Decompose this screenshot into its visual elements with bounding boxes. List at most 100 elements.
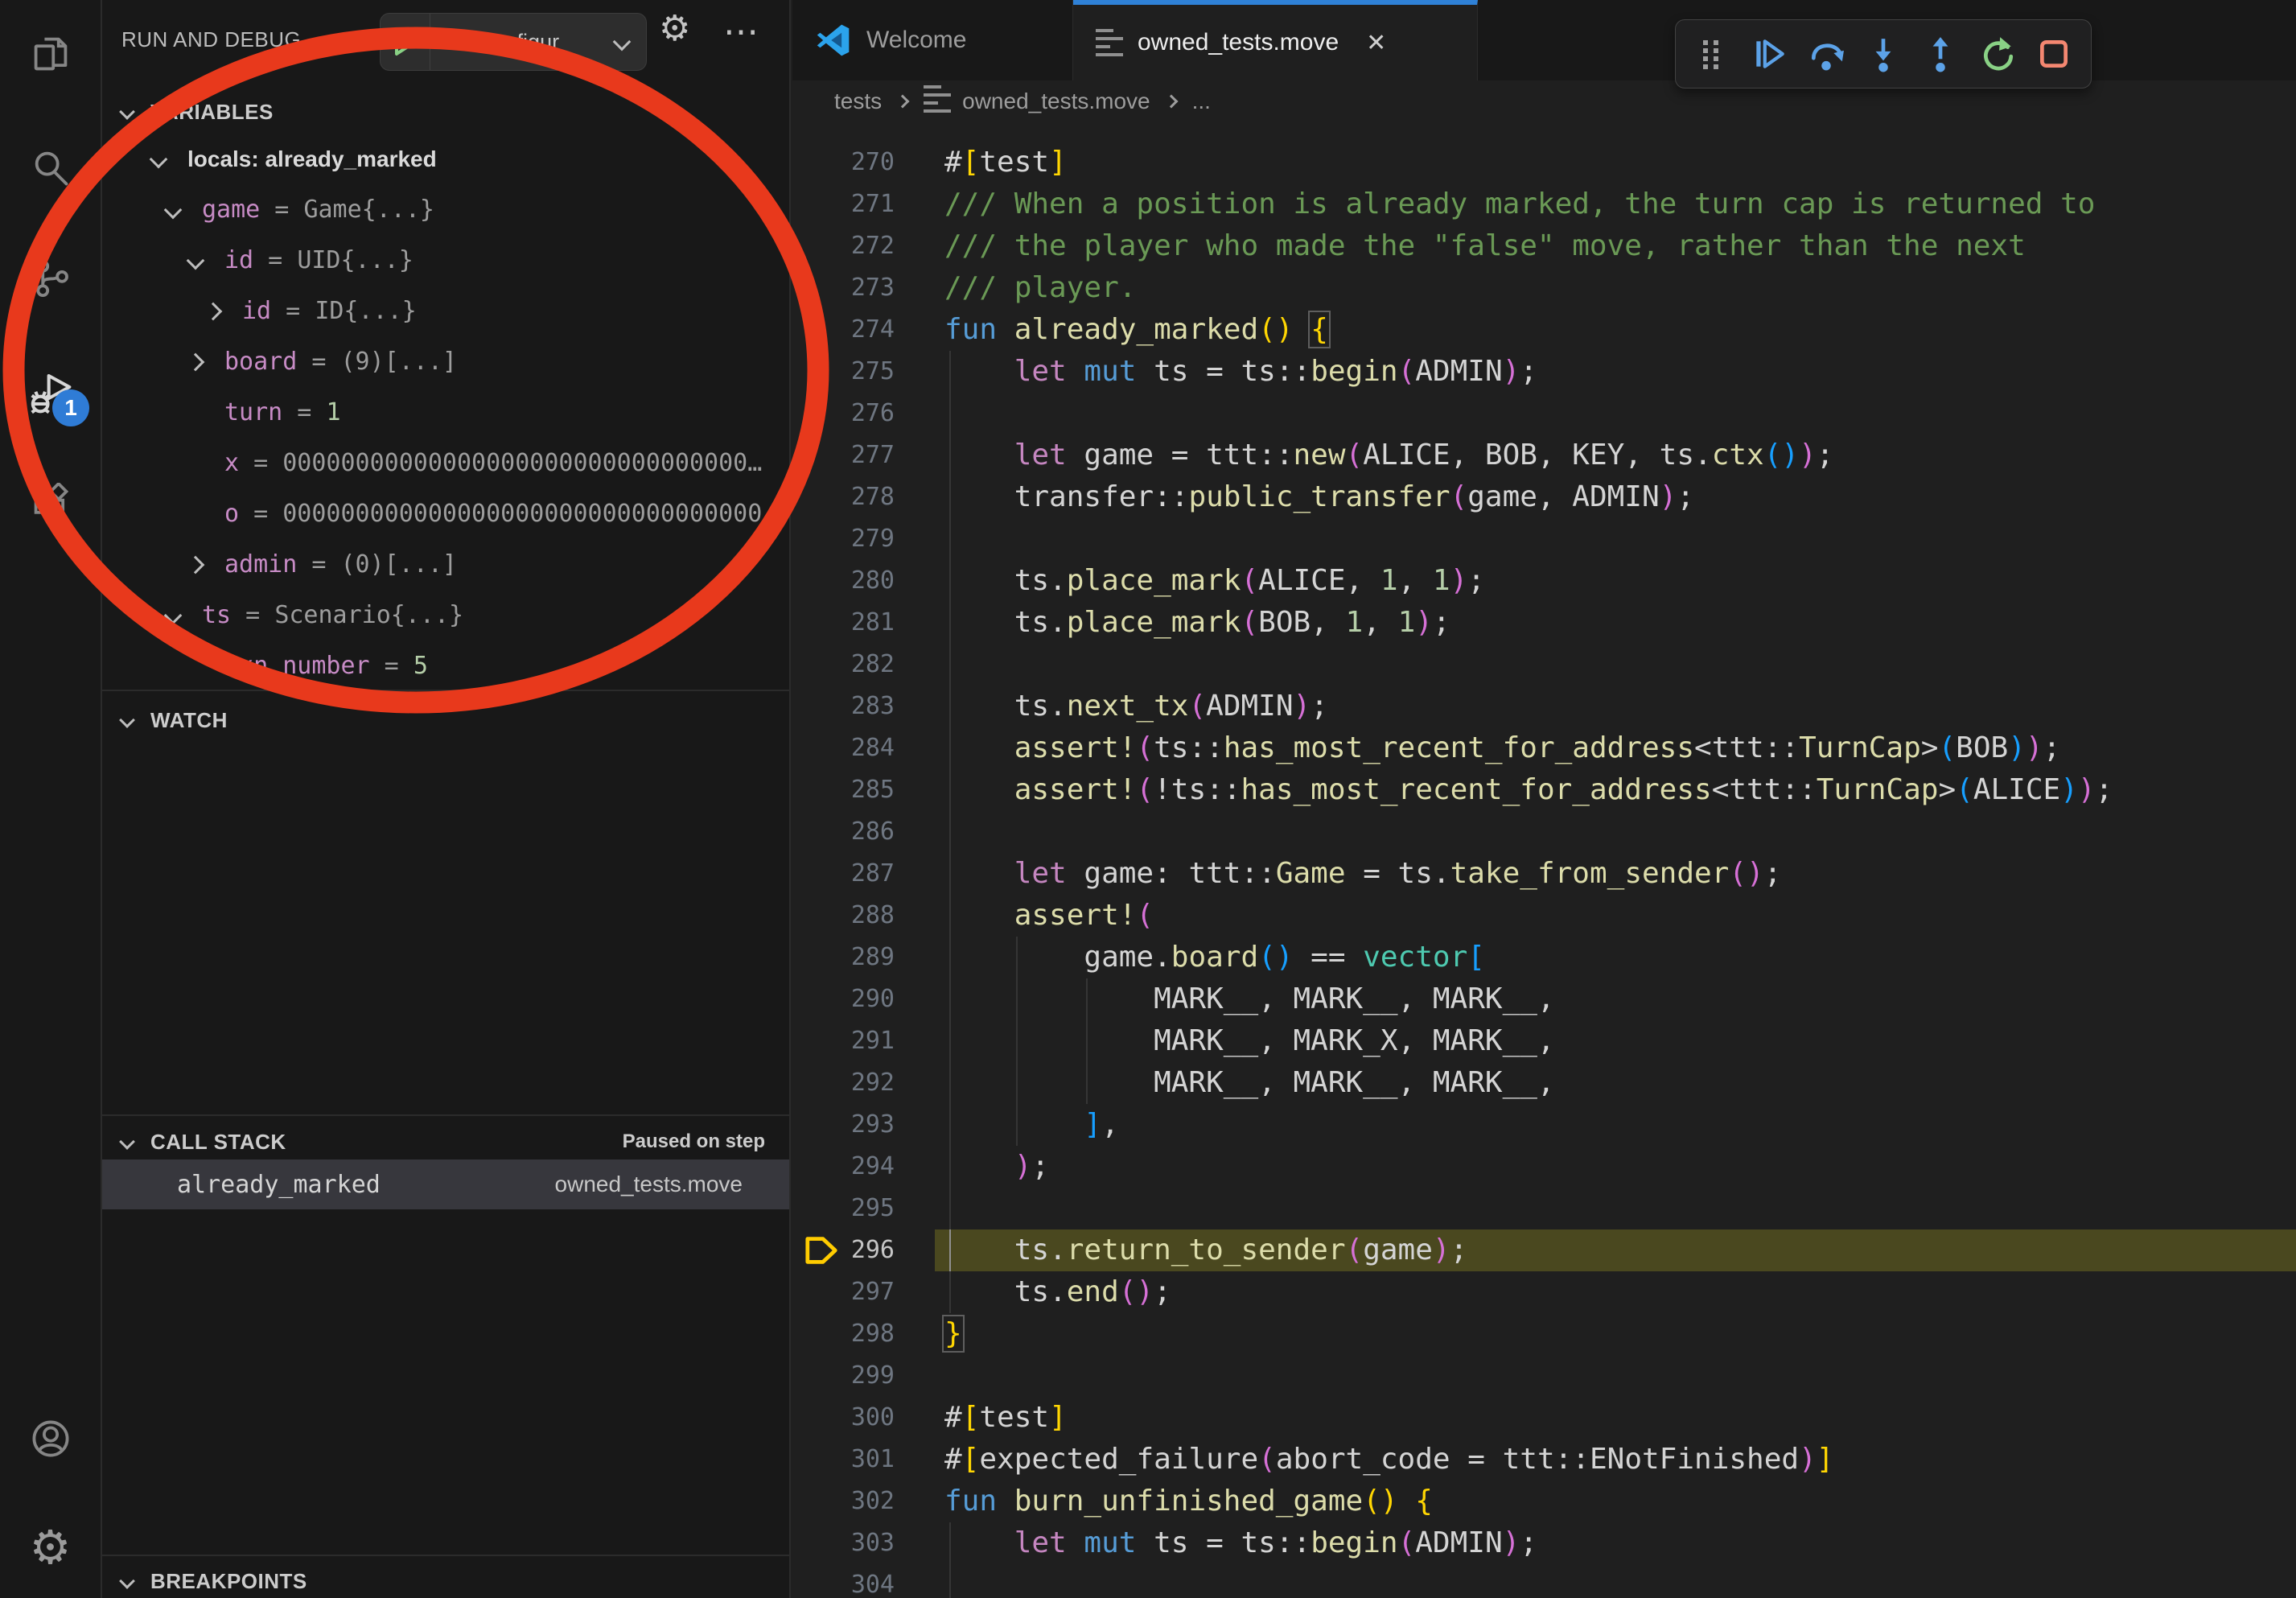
activity-debug-icon[interactable]: 1 — [0, 354, 101, 431]
code-line[interactable]: 274fun already_marked() { — [792, 309, 2296, 351]
line-number[interactable]: 304 — [792, 1564, 895, 1598]
variable-row[interactable]: game = Game{...} — [102, 184, 789, 235]
line-number[interactable]: 290 — [792, 978, 895, 1020]
step-into-button[interactable] — [1861, 31, 1906, 76]
line-number[interactable]: 278 — [792, 476, 895, 518]
code-line[interactable]: 287 let game: ttt::Game = ts.take_from_s… — [792, 853, 2296, 895]
line-number[interactable]: 282 — [792, 644, 895, 686]
line-number[interactable]: 276 — [792, 393, 895, 435]
code-line[interactable]: 276 — [792, 393, 2296, 435]
chevron-down-icon[interactable] — [150, 150, 168, 168]
stop-button[interactable] — [2031, 31, 2076, 76]
line-number[interactable]: 284 — [792, 727, 895, 769]
code-line[interactable]: 273/// player. — [792, 267, 2296, 309]
chevron-right-icon[interactable] — [187, 555, 205, 574]
call-stack-frame-row[interactable]: already_marked owned_tests.move — [102, 1159, 789, 1209]
chevron-right-icon[interactable] — [187, 352, 205, 371]
activity-search-icon[interactable] — [0, 130, 101, 207]
code-line[interactable]: 281 ts.place_mark(BOB, 1, 1); — [792, 602, 2296, 644]
line-number[interactable]: 272 — [792, 225, 895, 267]
variables-scope-row[interactable]: locals: already_marked — [102, 134, 789, 184]
line-number[interactable]: 296 — [792, 1229, 895, 1271]
step-over-button[interactable] — [1804, 31, 1849, 76]
activity-settings-gear-icon[interactable]: ⚙ — [0, 1509, 101, 1587]
code-line[interactable]: 302fun burn_unfinished_game() { — [792, 1481, 2296, 1522]
line-number[interactable]: 301 — [792, 1439, 895, 1481]
code-line-current[interactable]: 296 ts.return_to_sender(game); — [792, 1229, 2296, 1271]
code-line[interactable]: 288 assert!( — [792, 895, 2296, 937]
code-line[interactable]: 272/// the player who made the "false" m… — [792, 225, 2296, 267]
line-number[interactable]: 279 — [792, 518, 895, 560]
line-number[interactable]: 277 — [792, 435, 895, 476]
variable-row[interactable]: id = UID{...} — [102, 235, 789, 286]
code-line[interactable]: 295 — [792, 1188, 2296, 1229]
line-number[interactable]: 288 — [792, 895, 895, 937]
line-number[interactable]: 281 — [792, 602, 895, 644]
code-line[interactable]: 280 ts.place_mark(ALICE, 1, 1); — [792, 560, 2296, 602]
line-number[interactable]: 298 — [792, 1313, 895, 1355]
code-line[interactable]: 279 — [792, 518, 2296, 560]
code-line[interactable]: 271/// When a position is already marked… — [792, 183, 2296, 225]
line-number[interactable]: 291 — [792, 1020, 895, 1062]
activity-source-control-icon[interactable] — [0, 240, 101, 317]
code-line[interactable]: 284 assert!(ts::has_most_recent_for_addr… — [792, 727, 2296, 769]
activity-files-icon[interactable] — [0, 15, 101, 93]
line-number[interactable]: 285 — [792, 769, 895, 811]
chevron-down-icon[interactable] — [187, 251, 205, 270]
code-line[interactable]: 298} — [792, 1313, 2296, 1355]
line-number[interactable]: 295 — [792, 1188, 895, 1229]
code-line[interactable]: 277 let game = ttt::new(ALICE, BOB, KEY,… — [792, 435, 2296, 476]
line-number[interactable]: 299 — [792, 1355, 895, 1397]
line-number[interactable]: 275 — [792, 351, 895, 393]
variables-section-header[interactable]: VARIABLES — [102, 93, 789, 130]
code-line[interactable]: 300#[test] — [792, 1397, 2296, 1439]
activity-account-icon[interactable] — [0, 1400, 101, 1477]
toolbar-drag-handle[interactable] — [1689, 31, 1734, 76]
code-line[interactable]: 282 — [792, 644, 2296, 686]
variable-row[interactable]: id = ID{...} — [102, 286, 789, 336]
line-number[interactable]: 293 — [792, 1104, 895, 1146]
chevron-down-icon[interactable] — [164, 606, 183, 624]
line-number[interactable]: 289 — [792, 937, 895, 978]
code-line[interactable]: 285 assert!(!ts::has_most_recent_for_add… — [792, 769, 2296, 811]
breakpoints-section-header[interactable]: BREAKPOINTS — [102, 1563, 789, 1598]
code-line[interactable]: 289 game.board() == vector[ — [792, 937, 2296, 978]
variable-row[interactable]: ts = Scenario{...} — [102, 590, 789, 640]
variable-row[interactable]: turn = 1 — [102, 387, 789, 438]
chevron-down-icon[interactable] — [164, 200, 183, 219]
start-debug-button[interactable] — [381, 14, 430, 70]
restart-button[interactable] — [1975, 31, 2020, 76]
continue-button[interactable] — [1747, 31, 1792, 76]
variable-row[interactable]: txn_number = 5 — [102, 640, 789, 691]
line-number[interactable]: 292 — [792, 1062, 895, 1104]
code-line[interactable]: 286 — [792, 811, 2296, 853]
variable-row[interactable]: o = 000000000000000000000000000000000. — [102, 488, 789, 539]
sidebar-gear-icon[interactable]: ⚙ — [659, 11, 690, 47]
line-number[interactable]: 303 — [792, 1522, 895, 1564]
line-number[interactable]: 286 — [792, 811, 895, 853]
line-number[interactable]: 302 — [792, 1481, 895, 1522]
code-line[interactable]: 292 MARK__, MARK__, MARK__, — [792, 1062, 2296, 1104]
variable-row[interactable]: x = 00000000000000000000000000000000… — [102, 438, 789, 488]
watch-section-header[interactable]: WATCH — [102, 702, 789, 739]
chevron-right-icon[interactable] — [204, 302, 223, 320]
code-line[interactable]: 294 ); — [792, 1146, 2296, 1188]
code-line[interactable]: 278 transfer::public_transfer(game, ADMI… — [792, 476, 2296, 518]
line-number[interactable]: 274 — [792, 309, 895, 351]
line-number[interactable]: 270 — [792, 142, 895, 183]
code-line[interactable]: 304 — [792, 1564, 2296, 1598]
line-number[interactable]: 280 — [792, 560, 895, 602]
line-number[interactable]: 300 — [792, 1397, 895, 1439]
line-number[interactable]: 287 — [792, 853, 895, 895]
code-line[interactable]: 297 ts.end(); — [792, 1271, 2296, 1313]
code-line[interactable]: 293 ], — [792, 1104, 2296, 1146]
line-number[interactable]: 297 — [792, 1271, 895, 1313]
code-line[interactable]: 275 let mut ts = ts::begin(ADMIN); — [792, 351, 2296, 393]
code-line[interactable]: 303 let mut ts = ts::begin(ADMIN); — [792, 1522, 2296, 1564]
code-line[interactable]: 270#[test] — [792, 142, 2296, 183]
code-line[interactable]: 290 MARK__, MARK__, MARK__, — [792, 978, 2296, 1020]
code-line[interactable]: 299 — [792, 1355, 2296, 1397]
code-line[interactable]: 291 MARK__, MARK_X, MARK__, — [792, 1020, 2296, 1062]
line-number[interactable]: 283 — [792, 686, 895, 727]
line-number[interactable]: 271 — [792, 183, 895, 225]
